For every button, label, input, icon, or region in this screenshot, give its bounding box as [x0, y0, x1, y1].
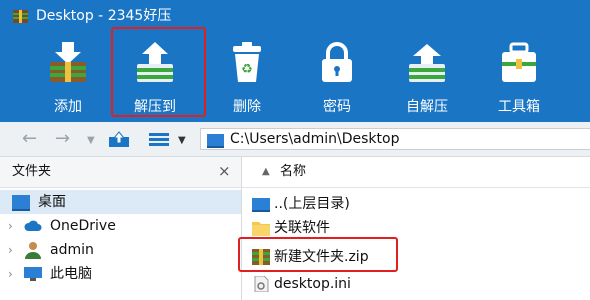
tree-item-desktop[interactable]: 桌面: [0, 190, 241, 214]
window-title: Desktop - 2345好压: [36, 8, 172, 24]
title-bar: Desktop - 2345好压: [0, 0, 590, 32]
column-header[interactable]: ▲ 名称: [242, 157, 590, 188]
tree-item-label: admin: [50, 242, 94, 258]
toolbar: 添加 解压到 ♻ 删除 密码 自解压 工具箱: [0, 32, 590, 122]
password-label: 密码: [323, 99, 351, 115]
toolbox-label: 工具箱: [498, 99, 540, 115]
file-name: desktop.ini: [274, 276, 351, 292]
history-dropdown-icon[interactable]: ▼: [87, 131, 95, 151]
file-name: 关联软件: [274, 220, 330, 236]
zip-highlight-box: [238, 237, 398, 272]
folder-pane: 文件夹 × 桌面 › OneDrive › admin › 此电脑: [0, 157, 242, 300]
address-path: C:\Users\admin\Desktop: [230, 131, 400, 147]
chevron-right-icon[interactable]: ›: [8, 217, 13, 235]
self-extract-label: 自解压: [406, 99, 448, 115]
app-logo-icon: [13, 10, 28, 23]
add-button[interactable]: 添加: [33, 32, 103, 122]
archive-add-icon: [50, 42, 86, 82]
desktop-icon: [12, 195, 30, 211]
tree-item-onedrive[interactable]: › OneDrive: [0, 214, 241, 238]
address-bar[interactable]: C:\Users\admin\Desktop: [200, 128, 590, 150]
view-dropdown-icon[interactable]: ▼: [178, 131, 186, 151]
recycle-bin-icon: ♻: [233, 42, 261, 82]
svg-text:♻: ♻: [241, 62, 253, 77]
column-name: 名称: [280, 164, 307, 179]
self-extract-icon: [409, 44, 445, 82]
settings-file-icon: [254, 276, 269, 292]
forward-arrow-icon[interactable]: →: [55, 129, 70, 149]
password-button[interactable]: 密码: [302, 32, 372, 122]
toolbox-icon: [502, 42, 536, 82]
chevron-right-icon[interactable]: ›: [8, 265, 13, 283]
file-list: ▲ 名称 ..(上层目录) 关联软件 新建文件夹.zip desktop.ini: [242, 157, 590, 300]
delete-label: 删除: [233, 99, 261, 115]
tree-item-label: 桌面: [38, 194, 66, 210]
desktop-icon: [207, 134, 224, 148]
file-row-ini[interactable]: desktop.ini: [242, 272, 590, 296]
up-folder-icon[interactable]: [108, 131, 130, 148]
file-row-parent[interactable]: ..(上层目录): [242, 192, 590, 216]
toolbox-button[interactable]: 工具箱: [484, 32, 554, 122]
delete-button[interactable]: ♻ 删除: [212, 32, 282, 122]
user-icon: [25, 242, 41, 259]
folder-pane-header: 文件夹 ×: [0, 157, 241, 188]
cloud-icon: [24, 220, 42, 231]
parent-folder-icon: [252, 198, 270, 212]
tree-item-admin[interactable]: › admin: [0, 238, 241, 262]
add-label: 添加: [54, 99, 82, 115]
sort-arrow-icon: ▲: [262, 166, 270, 177]
tree-item-this-pc[interactable]: › 此电脑: [0, 262, 241, 286]
tree-item-label: 此电脑: [50, 266, 92, 282]
close-icon[interactable]: ×: [218, 162, 231, 180]
navigation-bar: ← → ▼ ▼ C:\Users\admin\Desktop: [0, 122, 590, 157]
folder-icon: [252, 222, 270, 236]
file-name: ..(上层目录): [274, 196, 350, 212]
self-extract-button[interactable]: 自解压: [392, 32, 462, 122]
chevron-right-icon[interactable]: ›: [8, 241, 13, 259]
computer-icon: [24, 267, 42, 281]
folder-pane-title: 文件夹: [12, 164, 52, 179]
tree-item-label: OneDrive: [50, 218, 116, 234]
lock-icon: [322, 42, 352, 82]
view-list-icon[interactable]: [149, 133, 169, 146]
extract-highlight-box: [111, 27, 206, 117]
back-arrow-icon[interactable]: ←: [22, 129, 37, 149]
